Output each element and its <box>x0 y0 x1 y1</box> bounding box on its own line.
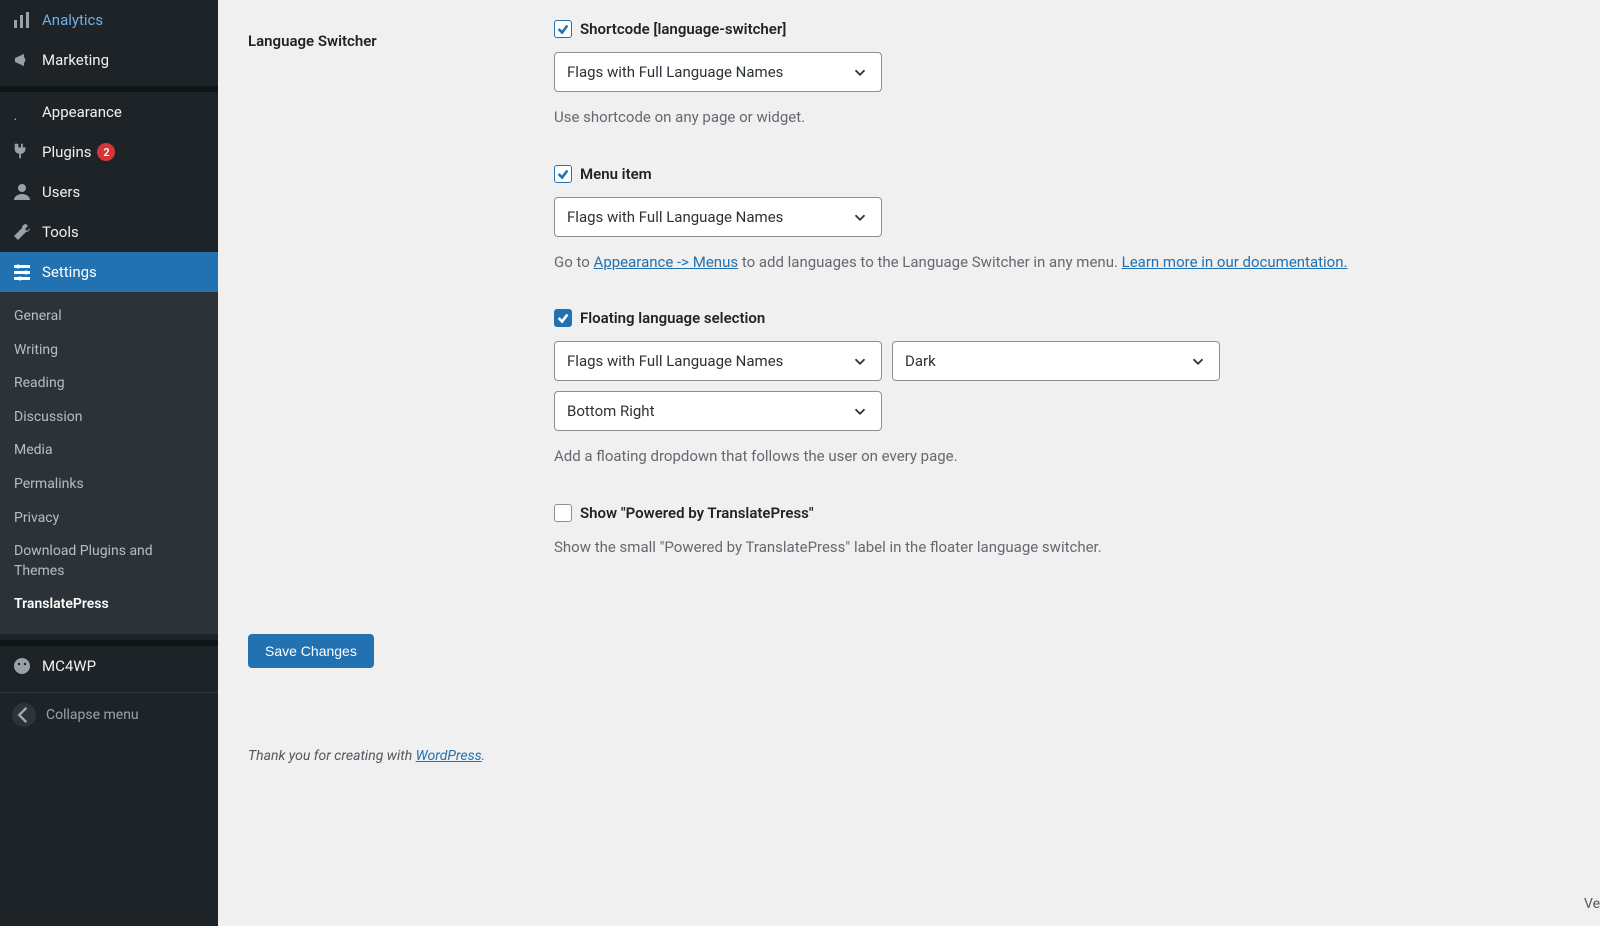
admin-sidebar: Analytics Marketing Appearance Plugins 2… <box>0 0 218 926</box>
powered-desc: Show the small "Powered by TranslatePres… <box>554 536 1570 559</box>
sidebar-item-label: Tools <box>42 223 79 241</box>
floating-label: Floating language selection <box>580 309 765 327</box>
menu-style-select[interactable]: Flags with Full Language Names <box>554 197 882 237</box>
sidebar-item-label: MC4WP <box>42 657 96 675</box>
sidebar-item-users[interactable]: Users <box>0 172 218 212</box>
submenu-privacy[interactable]: Privacy <box>0 502 218 536</box>
shortcode-checkbox[interactable] <box>554 20 572 38</box>
select-value: Flags with Full Language Names <box>567 208 783 226</box>
chevron-down-icon <box>1189 352 1207 370</box>
sidebar-item-label: Analytics <box>42 11 103 29</box>
mailchimp-icon <box>12 656 32 676</box>
shortcode-section: Shortcode [language-switcher] Flags with… <box>554 20 1570 129</box>
submenu-general[interactable]: General <box>0 300 218 334</box>
floating-theme-select[interactable]: Dark <box>892 341 1220 381</box>
settings-submenu: General Writing Reading Discussion Media… <box>0 292 218 634</box>
sidebar-item-marketing[interactable]: Marketing <box>0 40 218 80</box>
collapse-menu[interactable]: Collapse menu <box>0 692 218 737</box>
powered-checkbox[interactable] <box>554 504 572 522</box>
menu-label: Menu item <box>580 165 652 183</box>
sidebar-item-tools[interactable]: Tools <box>0 212 218 252</box>
sidebar-item-label: Settings <box>42 263 97 281</box>
submenu-translatepress[interactable]: TranslatePress <box>0 588 218 622</box>
footer-credit: Thank you for creating with WordPress. <box>248 748 1570 764</box>
main-content: Language Switcher Shortcode [language-sw… <box>218 0 1600 784</box>
analytics-icon <box>12 10 32 30</box>
plugins-badge: 2 <box>97 143 115 161</box>
powered-label: Show "Powered by TranslatePress" <box>580 504 814 522</box>
submenu-download-plugins-themes[interactable]: Download Plugins and Themes <box>0 535 218 588</box>
chevron-down-icon <box>851 63 869 81</box>
chevron-down-icon <box>851 402 869 420</box>
shortcode-style-select[interactable]: Flags with Full Language Names <box>554 52 882 92</box>
sidebar-item-plugins[interactable]: Plugins 2 <box>0 132 218 172</box>
submenu-permalinks[interactable]: Permalinks <box>0 468 218 502</box>
select-value: Flags with Full Language Names <box>567 63 783 81</box>
chevron-down-icon <box>851 352 869 370</box>
sliders-icon <box>12 262 32 282</box>
version-text: Ve <box>1584 896 1600 912</box>
sidebar-item-mc4wp[interactable]: MC4WP <box>0 646 218 686</box>
user-icon <box>12 182 32 202</box>
submenu-discussion[interactable]: Discussion <box>0 401 218 435</box>
shortcode-label: Shortcode [language-switcher] <box>580 20 786 38</box>
floating-style-select[interactable]: Flags with Full Language Names <box>554 341 882 381</box>
chevron-down-icon <box>851 208 869 226</box>
brush-icon <box>12 102 32 122</box>
plug-icon <box>12 142 32 162</box>
collapse-label: Collapse menu <box>46 707 139 723</box>
floating-desc: Add a floating dropdown that follows the… <box>554 445 1570 468</box>
select-value: Flags with Full Language Names <box>567 352 783 370</box>
select-value: Dark <box>905 352 936 370</box>
submenu-writing[interactable]: Writing <box>0 334 218 368</box>
sidebar-item-label: Plugins <box>42 143 91 161</box>
submenu-reading[interactable]: Reading <box>0 367 218 401</box>
floating-checkbox[interactable] <box>554 309 572 327</box>
sidebar-item-appearance[interactable]: Appearance <box>0 92 218 132</box>
floating-section: Floating language selection Flags with F… <box>554 309 1570 468</box>
save-changes-button[interactable]: Save Changes <box>248 634 374 668</box>
floating-position-select[interactable]: Bottom Right <box>554 391 882 431</box>
sidebar-item-label: Marketing <box>42 51 109 69</box>
sidebar-item-label: Appearance <box>42 103 122 121</box>
shortcode-desc: Use shortcode on any page or widget. <box>554 106 1570 129</box>
menu-section: Menu item Flags with Full Language Names… <box>554 165 1570 274</box>
menu-desc: Go to Appearance -> Menus to add languag… <box>554 251 1570 274</box>
sidebar-item-label: Users <box>42 183 80 201</box>
menu-checkbox[interactable] <box>554 165 572 183</box>
collapse-icon <box>12 703 36 727</box>
wrench-icon <box>12 222 32 242</box>
wordpress-link[interactable]: WordPress <box>416 748 482 764</box>
powered-section: Show "Powered by TranslatePress" Show th… <box>554 504 1570 559</box>
megaphone-icon <box>12 50 32 70</box>
documentation-link[interactable]: Learn more in our documentation. <box>1122 253 1348 271</box>
section-label: Language Switcher <box>248 20 554 50</box>
sidebar-item-settings[interactable]: Settings <box>0 252 218 292</box>
appearance-menus-link[interactable]: Appearance -> Menus <box>594 253 739 271</box>
select-value: Bottom Right <box>567 402 654 420</box>
submenu-media[interactable]: Media <box>0 434 218 468</box>
sidebar-item-analytics[interactable]: Analytics <box>0 0 218 40</box>
